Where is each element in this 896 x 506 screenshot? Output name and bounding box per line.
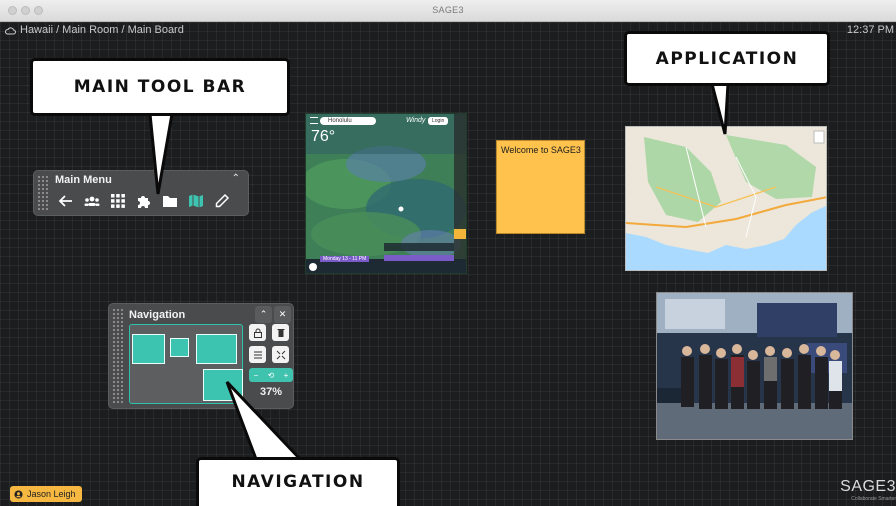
chevron-up-icon[interactable]: ⌃ — [232, 173, 240, 184]
users-icon[interactable] — [84, 193, 100, 209]
main-menu-toolbar — [58, 193, 230, 209]
minimap-app[interactable] — [132, 334, 165, 364]
zoom-out-button[interactable]: − — [254, 371, 259, 380]
navigation-title: Navigation — [129, 309, 186, 321]
folder-icon[interactable] — [162, 193, 178, 209]
zoom-percent: 37% — [259, 386, 283, 398]
clock: 12:37 PM — [846, 24, 894, 36]
user-icon — [14, 489, 23, 499]
arrow-left-icon[interactable] — [58, 193, 74, 209]
navigation-callout-text: NAVIGATION — [231, 472, 365, 492]
window-titlebar: SAGE3 — [0, 0, 896, 22]
trash-icon[interactable] — [272, 324, 289, 341]
chevron-up-icon[interactable]: ⌃ — [255, 306, 272, 323]
map-app[interactable] — [625, 126, 827, 271]
apps-grid-icon[interactable] — [110, 193, 126, 209]
main-toolbar-callout-text: MAIN TOOL BAR — [73, 77, 247, 97]
logo-text: SAGE3 — [840, 478, 896, 495]
main-toolbar-callout: MAIN TOOL BAR — [30, 58, 290, 116]
logo-subtitle: Collaborate Smarter — [851, 496, 896, 502]
navigation-callout: NAVIGATION — [196, 457, 400, 506]
weather-app[interactable]: Honolulu Windy Login 76° Monday 13 - 11 … — [305, 113, 467, 274]
main-menu-panel[interactable]: Main Menu ⌃ — [33, 170, 249, 216]
user-badge[interactable]: Jason Leigh — [10, 486, 82, 502]
user-name: Jason Leigh — [27, 489, 76, 499]
minimap-app[interactable] — [203, 369, 243, 401]
map-view — [626, 127, 826, 270]
weather-login-button[interactable]: Login — [428, 117, 449, 125]
lock-icon[interactable] — [249, 324, 266, 341]
zoom-in-button[interactable]: + — [284, 371, 289, 380]
drag-handle[interactable] — [37, 175, 50, 211]
breadcrumb-path: Hawaii / Main Room / Main Board — [20, 24, 184, 36]
group-photo — [657, 293, 852, 439]
sticky-note-text[interactable]: Welcome to SAGE3 — [501, 145, 581, 155]
zoom-controls: − ⟲ + — [249, 368, 293, 382]
fit-apps-icon[interactable] — [249, 346, 266, 363]
minimap-app[interactable] — [196, 334, 237, 364]
photo-app[interactable] — [656, 292, 853, 440]
fit-board-icon[interactable] — [272, 346, 289, 363]
weather-search-input[interactable]: Honolulu — [320, 117, 376, 125]
application-callout: APPLICATION — [624, 31, 830, 86]
drag-handle[interactable] — [112, 308, 125, 404]
plugin-icon[interactable] — [136, 193, 152, 209]
close-icon[interactable]: ✕ — [274, 306, 291, 323]
windy-brand: Windy — [406, 117, 426, 124]
map-icon[interactable] — [188, 193, 204, 209]
minimap-app[interactable] — [170, 338, 189, 357]
reset-zoom-button[interactable]: ⟲ — [268, 371, 275, 380]
cloud-icon — [5, 26, 16, 34]
hamburger-menu-icon[interactable] — [310, 117, 318, 124]
weather-temperature: 76° — [311, 128, 336, 145]
board-canvas[interactable]: Hawaii / Main Room / Main Board 12:37 PM… — [0, 22, 896, 506]
minimap[interactable] — [129, 324, 243, 404]
pencil-icon[interactable] — [214, 193, 230, 209]
sage3-logo: SAGE3 Collaborate Smarter — [840, 478, 896, 502]
navigation-panel[interactable]: Navigation ⌃ ✕ − ⟲ + 37% — [108, 303, 294, 409]
sticky-note-app[interactable]: Welcome to SAGE3 — [496, 140, 585, 234]
breadcrumb[interactable]: Hawaii / Main Room / Main Board — [5, 24, 184, 36]
application-callout-text: APPLICATION — [655, 48, 799, 69]
window-title: SAGE3 — [432, 5, 464, 15]
weather-timeline-label: Monday 13 - 11 PM — [320, 256, 370, 262]
play-button[interactable] — [309, 263, 317, 271]
main-menu-title: Main Menu — [55, 174, 112, 186]
